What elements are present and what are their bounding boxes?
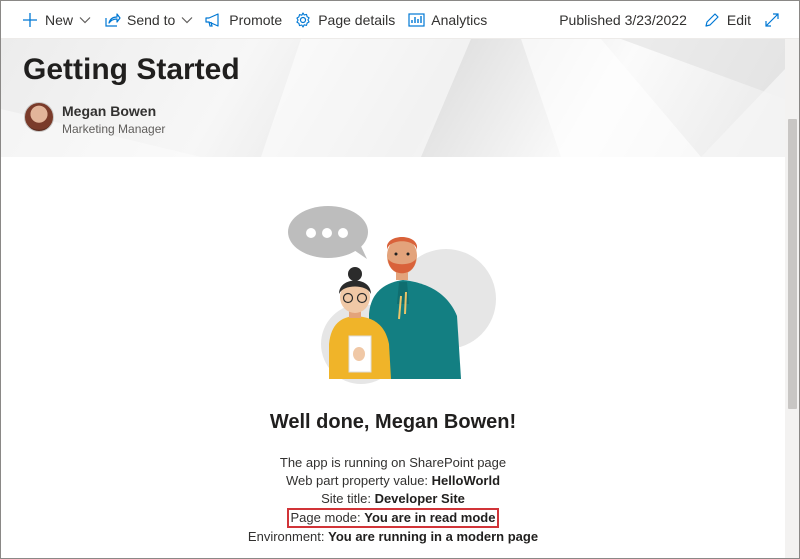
web-part-info: The app is running on SharePoint page We… <box>1 454 785 546</box>
info-line-environment: Environment: You are running in a modern… <box>1 528 785 546</box>
analytics-icon <box>407 11 425 29</box>
site-prefix: Site title: <box>321 491 375 506</box>
promote-label: Promote <box>229 11 283 28</box>
page-mode-value: You are in read mode <box>364 510 496 525</box>
page-details-label: Page details <box>318 11 396 28</box>
chevron-down-icon <box>79 16 91 24</box>
new-label: New <box>45 11 74 28</box>
chevron-down-icon <box>181 16 193 24</box>
plus-icon <box>21 11 39 29</box>
info-line-app: The app is running on SharePoint page <box>279 455 507 470</box>
env-prefix: Environment: <box>247 529 329 544</box>
property-value: HelloWorld <box>431 473 501 488</box>
welcome-heading: Well done, Megan Bowen! <box>269 411 517 433</box>
author-avatar[interactable] <box>24 102 54 132</box>
info-line-site: Site title: Developer Site <box>1 490 785 508</box>
command-bar: New Send to Promote Page details Analyti… <box>1 1 799 39</box>
info-line-property: Web part property value: HelloWorld <box>1 472 785 490</box>
welcome-illustration <box>288 206 496 384</box>
author-name[interactable]: Megan Bowen <box>62 103 156 119</box>
send-to-button[interactable]: Send to <box>97 1 199 39</box>
megaphone-icon <box>205 11 223 29</box>
mode-prefix: Page mode: <box>290 510 365 525</box>
author-role: Marketing Manager <box>62 122 166 136</box>
page-title: Getting Started <box>23 53 240 86</box>
page-mode-highlight: Page mode: You are in read mode <box>286 508 500 528</box>
analytics-label: Analytics <box>431 11 488 28</box>
expand-button[interactable] <box>757 1 799 39</box>
edit-button[interactable]: Edit <box>697 1 757 39</box>
info-line-mode: Page mode: You are in read mode <box>1 508 785 528</box>
web-part-area: Well done, Megan Bowen! The app is runni… <box>1 157 785 558</box>
page-header: Getting Started Megan Bowen Marketing Ma… <box>1 39 785 157</box>
site-title-value: Developer Site <box>374 491 465 506</box>
page-details-button[interactable]: Page details <box>288 1 401 39</box>
scrollbar-thumb[interactable] <box>788 119 797 409</box>
edit-label: Edit <box>726 11 751 28</box>
send-to-label: Send to <box>127 11 176 28</box>
new-button[interactable]: New <box>1 1 97 39</box>
published-status: Published 3/23/2022 <box>559 11 687 28</box>
pencil-icon <box>703 11 721 29</box>
share-icon <box>103 11 121 29</box>
property-prefix: Web part property value: <box>285 473 432 488</box>
environment-value: You are running in a modern page <box>328 529 539 544</box>
promote-button[interactable]: Promote <box>199 1 288 39</box>
gear-icon <box>294 11 312 29</box>
chat-bubble-icon <box>288 206 368 259</box>
expand-icon <box>763 11 781 29</box>
analytics-button[interactable]: Analytics <box>401 1 493 39</box>
